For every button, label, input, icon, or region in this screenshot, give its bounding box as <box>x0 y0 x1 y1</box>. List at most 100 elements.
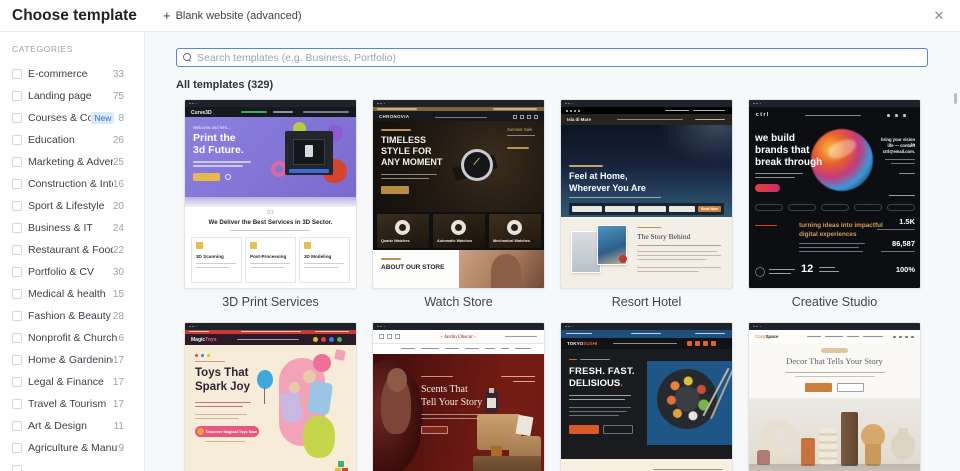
mini-brand: Magic <box>191 337 206 343</box>
mini-tile-label: Quartz Watches <box>381 239 410 243</box>
mini-headline: break through <box>755 157 823 168</box>
category-label: Sport & Lifestyle <box>28 200 105 212</box>
category-count: 24 <box>112 222 124 234</box>
category-count: 26 <box>112 134 124 146</box>
mini-section-title: The Story Behind <box>637 232 691 241</box>
checkbox[interactable] <box>12 289 22 299</box>
template-name: Resort Hotel <box>611 295 682 309</box>
checkbox[interactable] <box>12 245 22 255</box>
checkbox[interactable] <box>12 355 22 365</box>
sidebar-item-fashion-beauty[interactable]: Fashion & Beauty 28 <box>12 305 144 327</box>
category-count: 6 <box>118 332 124 344</box>
category-label: Courses & Coaching <box>28 112 91 124</box>
checkbox[interactable] <box>12 157 22 167</box>
browser-chrome <box>561 100 732 107</box>
search-input[interactable] <box>197 51 921 64</box>
mini-headline: Spark Joy <box>195 381 250 393</box>
vertical-scrollbar[interactable] <box>953 93 957 104</box>
sidebar-item-portfolio-cv[interactable]: Portfolio & CV 30 <box>12 261 144 283</box>
checkbox[interactable] <box>12 421 22 431</box>
mini-cta-label: Discover Magical Toys Now <box>206 429 257 434</box>
sidebar-item-legal-finance[interactable]: Legal & Finance 17 <box>12 371 144 393</box>
mini-kicker: Welcome and let's... <box>193 125 231 130</box>
sidebar-item-sport-lifestyle[interactable]: Sport & Lifestyle 20 <box>12 195 144 217</box>
mini-brand-text: Jardin Obscur <box>444 334 473 340</box>
template-card-toys[interactable]: MagicToys Toys That Spark Joy Discover M… <box>184 322 357 471</box>
mini-promo: Summer Sale <box>507 127 533 132</box>
template-card-decor[interactable]: CozySpace Decor That Tells Your Story <box>748 322 921 471</box>
checkbox[interactable] <box>12 311 22 321</box>
checkbox[interactable] <box>12 443 22 453</box>
mini-headline: TIMELESS <box>381 135 427 145</box>
template-card-creative-studio[interactable]: ctrl we build brands that break through <box>748 99 921 322</box>
checkbox[interactable] <box>12 135 22 145</box>
blank-website-button[interactable]: + Blank website (advanced) <box>163 9 302 22</box>
mini-nav: TOKYOSUSHI <box>561 338 732 349</box>
category-label: Travel & Tourism <box>28 398 107 410</box>
sidebar-item-education[interactable]: Education 26 <box>12 129 144 151</box>
sidebar-item-agriculture-manufacturing[interactable]: Agriculture & Manufacturing9 <box>12 437 144 459</box>
template-card-resort-hotel[interactable]: Isla di Mare Feel at Home, Wherever You … <box>560 99 733 322</box>
checkbox[interactable] <box>12 223 22 233</box>
sidebar-item-restaurant-food[interactable]: Restaurant & Food 22 <box>12 239 144 261</box>
checkbox[interactable] <box>12 69 22 79</box>
checkbox[interactable] <box>12 377 22 387</box>
checkbox[interactable] <box>12 179 22 189</box>
sidebar-item-nonprofit-church[interactable]: Nonprofit & Church 6 <box>12 327 144 349</box>
category-count: 11 <box>113 420 124 432</box>
sidebar-item-art-design[interactable]: Art & Design 11 <box>12 415 144 437</box>
mini-headline: 3d Future. <box>193 144 244 156</box>
sidebar-item-marketing-advertising[interactable]: Marketing & Advertising25 <box>12 151 144 173</box>
mini-headline: Feel at Home, <box>569 171 628 181</box>
mini-cta <box>805 383 832 392</box>
category-label: Home & Gardening <box>28 354 113 366</box>
template-card-watch-store[interactable]: CHRONOVIA TIMELESS STYLE FOR ANY MOMENT … <box>372 99 545 322</box>
mini-brand: CHRONOVIA <box>379 114 410 119</box>
template-grid: Curve3D Welcome and let's... Print the 3… <box>184 99 960 471</box>
checkbox[interactable] <box>12 465 22 471</box>
category-label: Fashion & Beauty <box>28 310 111 322</box>
browser-chrome <box>373 323 544 330</box>
checkbox[interactable] <box>12 91 22 101</box>
category-count: 25 <box>112 156 124 168</box>
mini-feature: 3D Scanning <box>196 254 224 259</box>
mini-tiles: Quartz Watches Automatic Watches Mechani… <box>373 212 544 250</box>
template-card-sushi[interactable]: TOKYOSUSHI FRESH. FAST. DELISIOUS. <box>560 322 733 471</box>
mini-contact: ctrl@email.com. <box>882 149 915 154</box>
sidebar-item-partial[interactable] <box>12 459 144 471</box>
sidebar-item-e-commerce[interactable]: E-commerce 33 <box>12 63 144 85</box>
mini-headline: Print the <box>193 132 236 144</box>
new-badge: New <box>91 112 115 124</box>
checkbox[interactable] <box>12 113 22 123</box>
checkbox[interactable] <box>12 201 22 211</box>
category-count: 17 <box>112 398 124 410</box>
sidebar-item-travel-tourism[interactable]: Travel & Tourism 17 <box>12 393 144 415</box>
category-label: Construction & Interior <box>28 178 113 190</box>
checkbox[interactable] <box>12 267 22 277</box>
sidebar-item-landing-page[interactable]: Landing page 75 <box>12 85 144 107</box>
plus-icon: + <box>163 8 171 23</box>
mini-tile-label: Mechanical Watches <box>493 239 530 243</box>
mini-section-title: digital experiences <box>799 231 857 238</box>
category-count: 33 <box>112 68 124 80</box>
template-card-perfume[interactable]: - Jardin Obscur - Scents That Tell Your … <box>372 322 545 471</box>
page-title: Choose template <box>12 6 137 24</box>
mini-brand: ctrl <box>756 112 770 118</box>
category-count: 17 <box>112 376 124 388</box>
mini-hero: FRESH. FAST. DELISIOUS. <box>561 349 732 459</box>
checkbox[interactable] <box>12 399 22 409</box>
category-count: 9 <box>118 442 124 454</box>
mini-section-number: 01 <box>267 210 274 216</box>
sidebar-item-home-gardening[interactable]: Home & Gardening 17 <box>12 349 144 371</box>
mini-brand: Cozy <box>755 334 766 339</box>
checkbox[interactable] <box>12 333 22 343</box>
sidebar-item-medical-health[interactable]: Medical & health 15 <box>12 283 144 305</box>
sidebar-item-business-it[interactable]: Business & IT 24 <box>12 217 144 239</box>
sidebar-item-construction-interior[interactable]: Construction & Interior16 <box>12 173 144 195</box>
mini-stat: 12 <box>801 263 814 275</box>
sidebar-item-courses-coaching[interactable]: Courses & CoachingNew8 <box>12 107 144 129</box>
template-card-3d-print-services[interactable]: Curve3D Welcome and let's... Print the 3… <box>184 99 357 322</box>
mini-brand: Toys <box>205 337 217 343</box>
mini-section-title: turning ideas into impactful <box>799 222 883 229</box>
close-icon[interactable]: ✕ <box>929 6 949 26</box>
